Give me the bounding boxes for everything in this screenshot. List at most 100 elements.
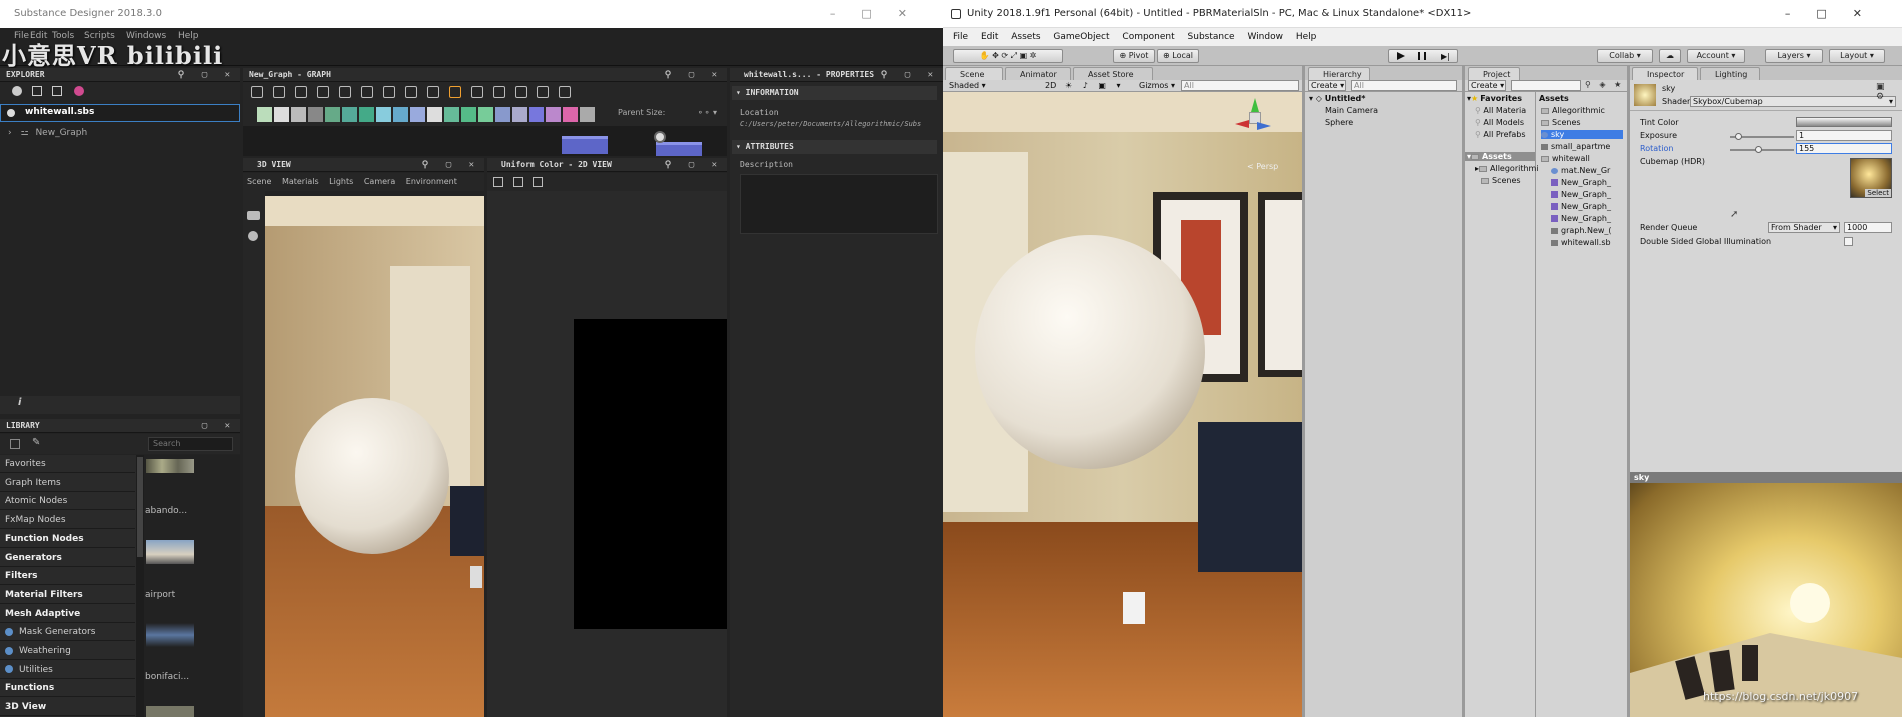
tab-scene[interactable]: Scene [945,67,1003,80]
graph-tool-icon[interactable] [559,86,571,98]
explorer-graph-row[interactable]: › ⚍ New_Graph [8,128,87,138]
tab-animator[interactable]: Animator [1005,67,1071,80]
library-category-item[interactable]: Graph Items [0,474,135,492]
unity-menu-window[interactable]: Window [1247,32,1283,42]
library-category-item[interactable]: Atomic Nodes [0,492,135,511]
asset-item[interactable]: graph.New_( [1551,226,1623,235]
persp-label[interactable]: < Persp [1247,162,1278,171]
asset-item[interactable]: New_Graph_ [1551,214,1623,223]
graph-options-icon[interactable]: ⚬⚬ ▾ [697,108,717,117]
copy-icon[interactable] [493,177,503,187]
new-package-icon[interactable] [12,86,22,96]
asset-item[interactable]: New_Graph_ [1551,178,1623,187]
play-icon[interactable] [1397,52,1405,60]
save-image-icon[interactable] [513,177,523,187]
shader-dropdown[interactable]: Skybox/Cubemap ▾ [1690,96,1896,107]
panel-pin-icon[interactable]: ⚲ ▢ ✕ [178,68,236,81]
cloud-icon[interactable]: ☁ [1659,49,1681,63]
graph-tool-icon[interactable] [449,86,461,98]
information-section[interactable]: ▾ INFORMATION [732,86,937,100]
preview-header[interactable]: sky [1630,472,1902,483]
asset-item[interactable]: mat.New_Gr [1551,166,1623,175]
layers-dropdown[interactable]: Layers ▾ [1765,49,1823,63]
exposure-field[interactable]: 1 [1796,130,1892,141]
tree-allegorithmic[interactable]: ▸ Allegorithmi [1475,164,1539,173]
library-category-item[interactable]: Utilities [0,661,135,679]
project-search-input[interactable] [1511,80,1581,91]
thumb-strip[interactable] [146,459,194,473]
library-category-item[interactable]: Mask Generators [0,623,135,642]
sd-window-controls[interactable]: –□✕ [830,0,933,28]
atomic-node-icon[interactable] [546,107,561,122]
graph-node-2[interactable] [656,142,702,156]
export-icon[interactable] [533,177,543,187]
hierarchy-scene-row[interactable]: ▾ ◇ Untitled* [1309,94,1365,103]
atomic-node-icon[interactable] [308,107,323,122]
unity-menu-substance[interactable]: Substance [1188,32,1235,42]
asset-item[interactable]: Allegorithmic [1541,106,1623,115]
skybox-preview[interactable] [1630,483,1902,717]
asset-item[interactable]: whitewall [1541,154,1623,163]
rotation-slider[interactable] [1730,149,1794,151]
fav-all-models[interactable]: ⚲ All Models [1475,118,1524,127]
view3d-viewport[interactable] [265,196,484,717]
atomic-node-icon[interactable] [512,107,527,122]
exposure-slider-knob[interactable] [1735,133,1742,140]
local-toggle[interactable]: ⊕ Local [1157,49,1199,63]
shading-mode-dropdown[interactable]: Shaded ▾ [949,80,986,92]
pause-icon[interactable] [1418,52,1426,60]
graph-tool-icon[interactable] [251,86,263,98]
view3d-menu-scene[interactable]: Scene [247,177,271,186]
scene-view-icons[interactable]: ☀ ♪ ▣ ▾ [1065,80,1124,92]
graph-panel-controls[interactable]: ⚲ ▢ ✕ [665,68,723,81]
graph-tool-icon[interactable] [273,86,285,98]
atomic-node-icon[interactable] [359,107,374,122]
atomic-node-icon[interactable] [478,107,493,122]
library-category-item[interactable]: Generators [0,549,135,567]
gizmo-z-icon[interactable] [1257,122,1271,130]
graph-canvas[interactable] [243,126,727,156]
info-icon[interactable]: i [18,397,21,408]
playback-controls[interactable]: ▶| [1388,49,1458,63]
asset-item[interactable]: New_Graph_ [1551,190,1623,199]
graph-tool-icon[interactable] [493,86,505,98]
camera-icon[interactable] [247,211,260,220]
atomic-node-icon[interactable] [410,107,425,122]
render-queue-dropdown[interactable]: From Shader ▾ [1768,222,1840,233]
library-category-item[interactable]: FxMap Nodes [0,511,135,530]
panel-close-icon[interactable]: ▢ ✕ [202,419,236,432]
fav-all-materials[interactable]: ⚲ All Materia [1475,106,1526,115]
atomic-node-icon[interactable] [291,107,306,122]
thumb-next[interactable] [146,706,194,717]
atomic-node-icon[interactable] [461,107,476,122]
assets-root-row[interactable]: ▾ Assets [1465,152,1535,161]
hierarchy-item-main-camera[interactable]: Main Camera [1325,106,1378,115]
unity-menu-help[interactable]: Help [1296,32,1317,42]
graph-tool-icon[interactable] [361,86,373,98]
unity-menu-assets[interactable]: Assets [1011,32,1040,42]
library-category-item[interactable]: Functions [0,679,135,698]
library-category-item[interactable]: Material Filters [0,586,135,604]
light-icon[interactable] [248,231,258,241]
atomic-node-icon[interactable] [563,107,578,122]
library-scrollbar[interactable] [136,455,144,717]
gizmo-y-icon[interactable] [1251,98,1259,112]
graph-tool-icon[interactable] [295,86,307,98]
pivot-toggle[interactable]: ⊕ Pivot [1113,49,1155,63]
graph-tool-icon[interactable] [515,86,527,98]
unity-menu-edit[interactable]: Edit [981,32,998,42]
cubemap-slot[interactable]: Select [1850,158,1892,198]
atomic-node-icon[interactable] [427,107,442,122]
atomic-node-icon[interactable] [325,107,340,122]
atomic-node-icon[interactable] [257,107,272,122]
fav-all-prefabs[interactable]: ⚲ All Prefabs [1475,130,1526,139]
asset-item[interactable]: small_apartme [1541,142,1623,151]
explorer-package-row[interactable]: whitewall.sbs [0,104,240,122]
inspector-menu-icons[interactable]: ▣ ⚙ [1876,82,1902,102]
view3d-controls[interactable]: ⚲ ▢ ✕ [422,158,480,171]
atomic-node-icon[interactable] [393,107,408,122]
scene-orientation-gizmo[interactable] [1235,98,1275,138]
favorites-row[interactable]: ▾★ Favorites [1467,94,1522,103]
layout-dropdown[interactable]: Layout ▾ [1829,49,1885,63]
unity-menu-gameobject[interactable]: GameObject [1053,32,1109,42]
